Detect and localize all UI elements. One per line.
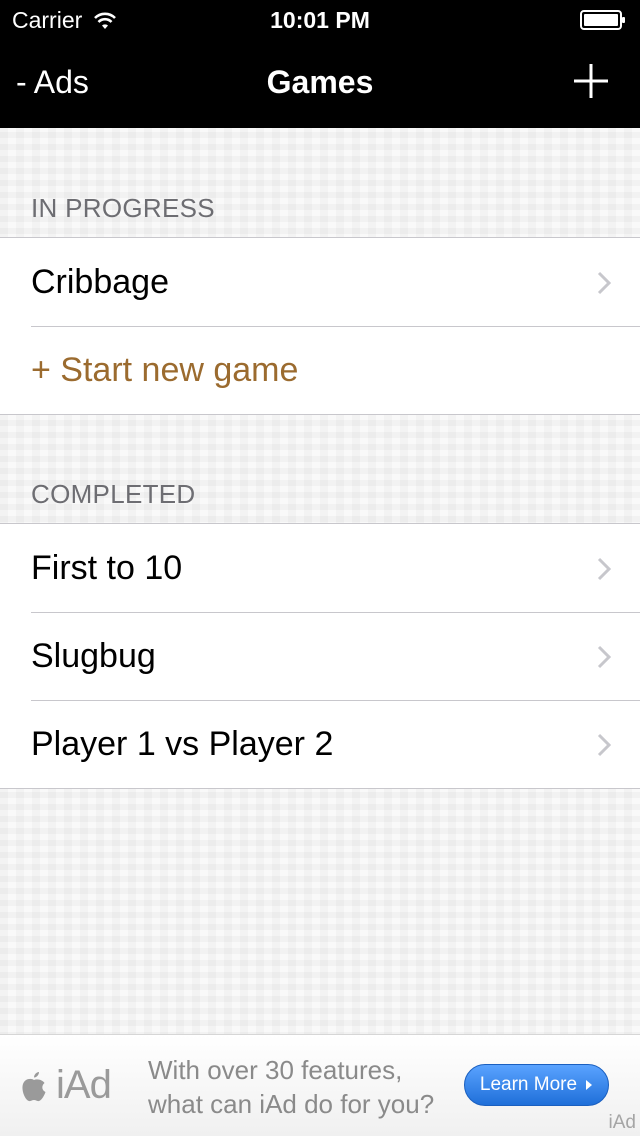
ad-line-2: what can iAd do for you?: [148, 1089, 435, 1119]
ad-line-1: With over 30 features,: [148, 1055, 403, 1085]
ad-message: With over 30 features, what can iAd do f…: [148, 1053, 434, 1121]
iad-logo: iAd: [20, 1063, 112, 1108]
clock: 10:01 PM: [270, 7, 370, 33]
chevron-right-icon: [597, 733, 611, 757]
navigation-bar: - Ads Games: [0, 40, 640, 128]
add-icon[interactable]: [572, 62, 610, 100]
completed-list: First to 10 Slugbug Player 1 vs Player 2: [0, 523, 640, 789]
iad-brand-text: iAd: [56, 1063, 112, 1107]
battery-icon: [580, 10, 625, 30]
learn-more-button[interactable]: Learn More: [464, 1064, 609, 1106]
game-name: Player 1 vs Player 2: [31, 724, 334, 763]
list-item[interactable]: Cribbage: [0, 238, 640, 326]
chevron-right-icon: [597, 557, 611, 581]
play-arrow-icon: [586, 1080, 593, 1090]
in-progress-list: Cribbage + Start new game: [0, 237, 640, 415]
section-header-completed: COMPLETED: [31, 479, 196, 509]
game-name: First to 10: [31, 548, 183, 587]
game-name: Slugbug: [31, 636, 156, 675]
list-item[interactable]: First to 10: [0, 524, 640, 612]
chevron-right-icon: [597, 271, 611, 295]
chevron-right-icon: [597, 645, 611, 669]
status-bar: Carrier 10:01 PM: [0, 0, 640, 40]
section-header-in-progress: IN PROGRESS: [31, 193, 215, 223]
iad-corner-label: iAd: [608, 1112, 636, 1133]
list-item[interactable]: Slugbug: [0, 612, 640, 700]
game-name: Cribbage: [31, 262, 169, 301]
learn-more-label: Learn More: [479, 1074, 578, 1095]
page-title: Games: [266, 64, 374, 100]
list-item[interactable]: Player 1 vs Player 2: [0, 700, 640, 788]
start-new-game-button[interactable]: + Start new game: [0, 326, 640, 414]
apple-icon: [22, 1071, 46, 1101]
start-new-game-label: + Start new game: [31, 350, 299, 389]
